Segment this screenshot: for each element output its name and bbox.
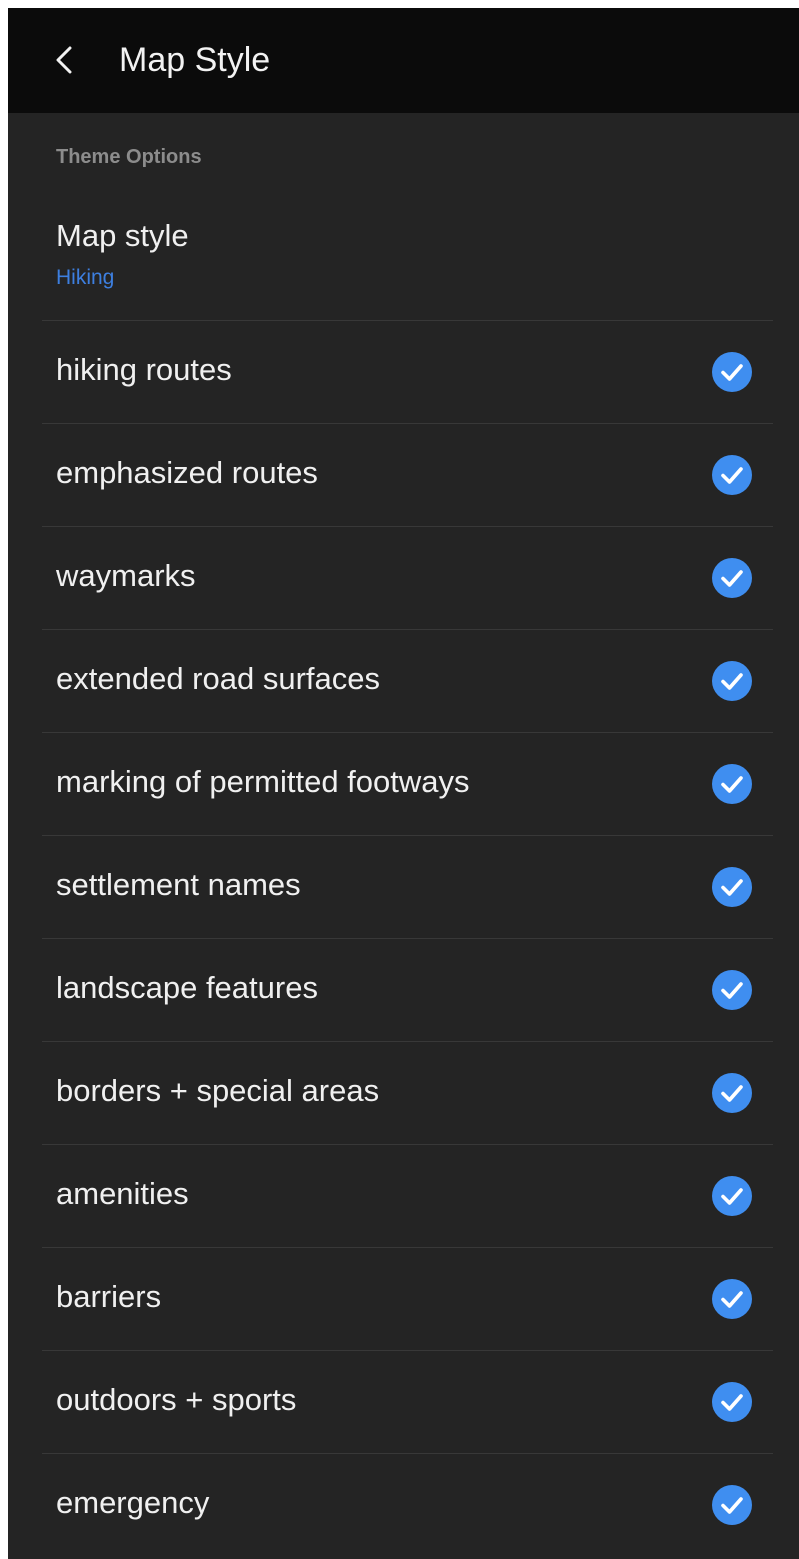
check-circle-icon[interactable] [712,1485,752,1525]
option-row[interactable]: hiking routes [42,321,773,423]
option-label: waymarks [56,558,196,593]
option-row[interactable]: extended road surfaces [42,630,773,732]
check-circle-icon[interactable] [712,1176,752,1216]
map-style-value: Hiking [56,266,115,289]
page-title: Map Style [119,41,271,79]
back-button[interactable] [42,36,86,84]
check-circle-icon[interactable] [712,455,752,495]
option-label: emphasized routes [56,455,318,490]
option-label: extended road surfaces [56,661,380,696]
option-row[interactable]: outdoors + sports [42,1351,773,1453]
option-row[interactable]: emphasized routes [42,424,773,526]
section-header: Theme Options [56,146,202,168]
map-style-label: Map style [56,218,189,253]
option-row[interactable]: barriers [42,1248,773,1350]
option-row[interactable]: settlement names [42,836,773,938]
option-label: settlement names [56,867,301,902]
option-row[interactable]: emergency [42,1454,773,1556]
option-row[interactable]: landscape features [42,939,773,1041]
option-label: barriers [56,1279,162,1314]
map-style-screen: Map Style Theme Options Map style Hiking… [8,8,799,1559]
option-label: landscape features [56,970,318,1005]
check-circle-icon[interactable] [712,1279,752,1319]
app-bar: Map Style [8,8,799,113]
check-circle-icon[interactable] [712,867,752,907]
option-row[interactable]: marking of permitted footways [42,733,773,835]
option-label: marking of permitted footways [56,764,470,799]
check-circle-icon[interactable] [712,764,752,804]
option-label: emergency [56,1485,210,1520]
check-circle-icon[interactable] [712,661,752,701]
check-circle-icon[interactable] [712,1382,752,1422]
option-label: outdoors + sports [56,1382,297,1417]
check-circle-icon[interactable] [712,558,752,598]
option-row[interactable]: waymarks [42,527,773,629]
option-label: borders + special areas [56,1073,380,1108]
check-circle-icon[interactable] [712,352,752,392]
option-label: hiking routes [56,352,232,387]
option-label: amenities [56,1176,189,1211]
option-row[interactable]: amenities [42,1145,773,1247]
check-circle-icon[interactable] [712,1073,752,1113]
check-circle-icon[interactable] [712,970,752,1010]
map-style-selector[interactable]: Map style Hiking [42,208,773,320]
option-row[interactable]: borders + special areas [42,1042,773,1144]
chevron-left-icon [56,46,72,74]
